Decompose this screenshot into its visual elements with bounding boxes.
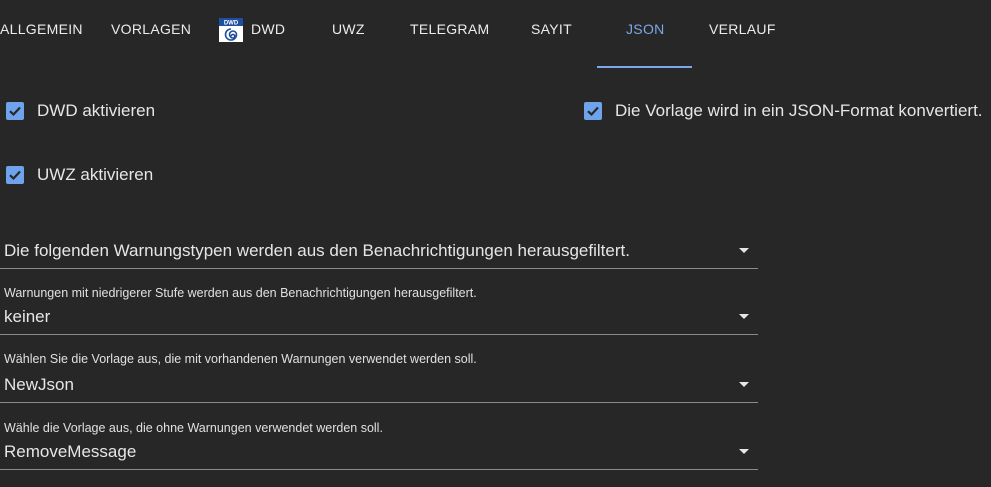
warning-types-filter-select[interactable]: Die folgenden Warnungstypen werden aus d… bbox=[0, 234, 758, 269]
uwz-activate-checkbox[interactable] bbox=[6, 166, 24, 184]
template-with-warnings-value: NewJson bbox=[4, 375, 74, 394]
template-with-warnings-label: Wählen Sie die Vorlage aus, die mit vorh… bbox=[4, 352, 477, 366]
active-tab-indicator bbox=[597, 66, 692, 68]
chevron-down-icon bbox=[739, 248, 749, 253]
checkmark-icon bbox=[9, 170, 21, 181]
dwd-activate-checkbox-row[interactable]: DWD aktivieren bbox=[6, 99, 155, 123]
tab-uwz[interactable]: UWZ bbox=[332, 0, 365, 66]
tab-dwd[interactable]: DWD bbox=[251, 0, 285, 66]
json-format-checkbox-row[interactable]: Die Vorlage wird in ein JSON-Format konv… bbox=[584, 99, 983, 123]
dwd-activate-label: DWD aktivieren bbox=[37, 101, 156, 120]
dwd-activate-checkbox[interactable] bbox=[6, 102, 24, 120]
tab-allgemein[interactable]: ALLGEMEIN bbox=[0, 0, 83, 66]
tab-bar: ALLGEMEIN VORLAGEN DWD DWD UWZ TELEGRAM … bbox=[0, 0, 991, 68]
tab-json[interactable]: JSON bbox=[626, 0, 665, 66]
json-format-checkbox[interactable] bbox=[584, 102, 602, 120]
warning-level-label: Warnungen mit niedrigerer Stufe werden a… bbox=[4, 286, 477, 300]
dwd-logo-icon[interactable]: DWD bbox=[219, 18, 243, 42]
json-format-label: Die Vorlage wird in ein JSON-Format konv… bbox=[615, 101, 983, 120]
template-with-warnings-select[interactable]: NewJson bbox=[0, 368, 758, 403]
chevron-down-icon bbox=[739, 449, 749, 454]
tab-telegram[interactable]: TELEGRAM bbox=[410, 0, 489, 66]
dwd-logo-text: DWD bbox=[224, 21, 239, 27]
tab-verlauf[interactable]: VERLAUF bbox=[709, 0, 776, 66]
warning-level-value: keiner bbox=[4, 307, 51, 326]
chevron-down-icon bbox=[739, 314, 749, 319]
tab-sayit[interactable]: SAYIT bbox=[531, 0, 572, 66]
tab-vorlagen[interactable]: VORLAGEN bbox=[111, 0, 191, 66]
template-without-warnings-label: Wähle die Vorlage aus, die ohne Warnunge… bbox=[4, 421, 383, 435]
chevron-down-icon bbox=[739, 382, 749, 387]
warning-types-filter-placeholder: Die folgenden Warnungstypen werden aus d… bbox=[4, 241, 630, 260]
template-without-warnings-value: RemoveMessage bbox=[4, 442, 137, 461]
uwz-activate-checkbox-row[interactable]: UWZ aktivieren bbox=[6, 163, 153, 187]
uwz-activate-label: UWZ aktivieren bbox=[37, 165, 154, 184]
checkmark-icon bbox=[587, 106, 599, 117]
app-window: ALLGEMEIN VORLAGEN DWD DWD UWZ TELEGRAM … bbox=[0, 0, 991, 487]
template-without-warnings-select[interactable]: RemoveMessage bbox=[0, 435, 758, 470]
checkmark-icon bbox=[9, 106, 21, 117]
warning-level-select[interactable]: keiner bbox=[0, 300, 758, 335]
